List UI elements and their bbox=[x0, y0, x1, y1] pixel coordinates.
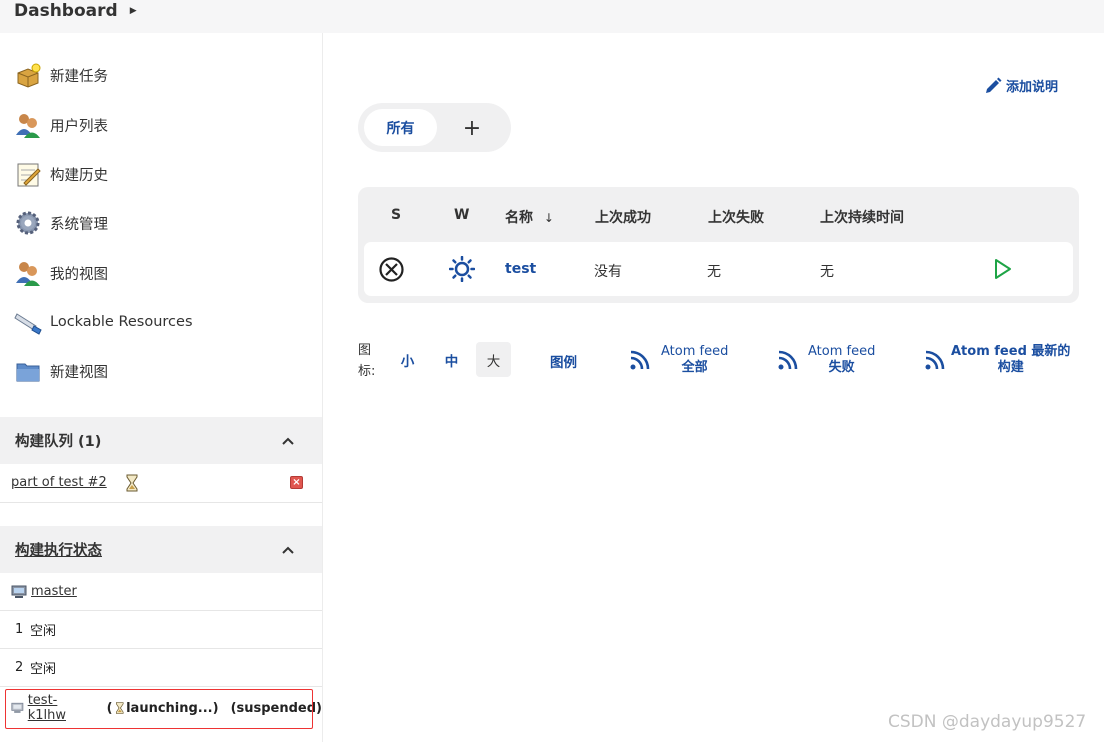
sidebar-item-new-view[interactable]: 新建视图 bbox=[14, 356, 108, 386]
top-header: Dashboard ▶ bbox=[0, 0, 1104, 33]
col-header-name-label: 名称 bbox=[505, 210, 533, 226]
feed-line2: 构建 bbox=[997, 360, 1024, 375]
table-row: test 没有 无 无 bbox=[364, 242, 1073, 296]
executor-row: 1 空闲 bbox=[0, 611, 322, 649]
sort-arrow-icon: ↓ bbox=[543, 211, 554, 225]
add-view-tab[interactable]: + bbox=[454, 111, 490, 145]
folder-icon bbox=[16, 363, 40, 382]
executor-number: 2 bbox=[15, 660, 24, 675]
add-description-link[interactable]: 添加说明 bbox=[984, 76, 1058, 95]
rss-icon bbox=[778, 350, 798, 370]
projects-table: S W 名称 ↓ 上次成功 上次失败 上次持续时间 test 没有 无 无 bbox=[358, 187, 1079, 303]
computer-icon bbox=[11, 585, 27, 598]
executor-node-master: master bbox=[0, 573, 322, 611]
sidebar-item-label: 用户列表 bbox=[50, 118, 108, 135]
agent-highlight-box bbox=[5, 689, 313, 729]
people-icon bbox=[16, 114, 40, 138]
status-not-built-icon bbox=[379, 257, 404, 282]
feed-line1: Atom feed bbox=[808, 344, 876, 359]
notepad-icon bbox=[17, 163, 41, 187]
play-build-icon[interactable] bbox=[993, 258, 1013, 280]
col-header-status[interactable]: S bbox=[391, 207, 401, 223]
breadcrumb: Dashboard ▶ bbox=[14, 0, 137, 22]
cell-last-duration: 无 bbox=[820, 264, 834, 280]
feed-line1: Atom feed bbox=[661, 344, 729, 359]
new-item-icon bbox=[17, 63, 41, 88]
executors-header: 构建执行状态 bbox=[0, 526, 322, 573]
sidebar-item-build-history[interactable]: 构建历史 bbox=[14, 159, 108, 189]
icon-size-large[interactable]: 大 bbox=[476, 342, 511, 377]
sidebar-item-my-views[interactable]: 我的视图 bbox=[14, 258, 108, 288]
user-icon bbox=[16, 262, 40, 286]
chevron-up-icon[interactable] bbox=[280, 542, 296, 558]
executor-status: 空闲 bbox=[30, 624, 57, 639]
sidebar-item-label: 我的视图 bbox=[50, 266, 108, 283]
icon-size-label: 图标: bbox=[358, 343, 376, 379]
sidebar-item-label: Lockable Resources bbox=[50, 314, 193, 330]
tab-all[interactable]: 所有 bbox=[364, 109, 437, 146]
icon-size-small[interactable]: 小 bbox=[391, 342, 424, 377]
breadcrumb-dashboard[interactable]: Dashboard bbox=[14, 1, 118, 21]
executors-title[interactable]: 构建执行状态 bbox=[15, 539, 102, 560]
watermark: CSDN @daydayup9527 bbox=[888, 712, 1087, 732]
add-description-label: 添加说明 bbox=[1006, 80, 1059, 95]
feed-line2: 失败 bbox=[828, 360, 855, 375]
sidebar-item-new-item[interactable]: 新建任务 bbox=[14, 60, 108, 90]
sidebar-item-label: 新建任务 bbox=[50, 68, 108, 85]
hourglass-icon bbox=[126, 474, 138, 492]
executor-status: 空闲 bbox=[30, 662, 57, 677]
cell-last-success: 没有 bbox=[594, 264, 622, 280]
sidebar-item-label: 新建视图 bbox=[50, 364, 108, 381]
job-link-test[interactable]: test bbox=[505, 261, 536, 277]
col-header-last-duration[interactable]: 上次持续时间 bbox=[820, 207, 904, 227]
col-header-name[interactable]: 名称 ↓ bbox=[505, 207, 554, 227]
gear-icon bbox=[16, 211, 40, 235]
feed-all-link[interactable]: Atom feed 全部 bbox=[629, 344, 728, 376]
icon-size-medium[interactable]: 中 bbox=[435, 342, 468, 377]
feed-line2: 全部 bbox=[681, 360, 708, 375]
view-tabs: 所有 + bbox=[358, 103, 511, 152]
queue-item: part of test #2 × bbox=[0, 464, 322, 503]
sidebar-item-label: 构建历史 bbox=[50, 167, 108, 184]
executor-row: 2 空闲 bbox=[0, 649, 322, 687]
col-header-weather[interactable]: W bbox=[454, 207, 469, 223]
chevron-right-icon[interactable]: ▶ bbox=[130, 6, 137, 16]
feed-line1: Atom feed 最新的 bbox=[951, 344, 1071, 359]
sidebar-item-manage[interactable]: 系统管理 bbox=[14, 208, 108, 238]
rss-icon bbox=[925, 350, 945, 370]
feed-latest-link[interactable]: Atom feed 最新的 构建 bbox=[924, 344, 1070, 376]
build-queue-title: 构建队列 (1) bbox=[15, 434, 102, 450]
build-queue-header: 构建队列 (1) bbox=[0, 417, 322, 464]
chevron-up-icon[interactable] bbox=[280, 433, 296, 449]
sidebar-item-people[interactable]: 用户列表 bbox=[14, 110, 108, 140]
col-header-last-failure[interactable]: 上次失败 bbox=[708, 207, 764, 227]
sidebar: 新建任务 用户列表 构建历史 系统管理 我的视图 Lockable Resour… bbox=[0, 33, 323, 742]
col-header-last-success[interactable]: 上次成功 bbox=[595, 207, 651, 227]
queue-item-link[interactable]: part of test #2 bbox=[11, 475, 107, 490]
rss-icon bbox=[630, 350, 650, 370]
weather-sunny-icon bbox=[449, 256, 475, 282]
lock-resource-icon bbox=[14, 313, 42, 335]
feed-failed-link[interactable]: Atom feed 失败 bbox=[777, 344, 875, 376]
sidebar-item-label: 系统管理 bbox=[50, 216, 108, 233]
pencil-icon bbox=[986, 77, 1002, 93]
legend-link[interactable]: 图例 bbox=[550, 351, 577, 371]
master-link[interactable]: master bbox=[31, 584, 77, 599]
cancel-icon[interactable]: × bbox=[290, 476, 303, 489]
executor-number: 1 bbox=[15, 622, 24, 637]
sidebar-item-lockable-resources[interactable]: Lockable Resources bbox=[14, 307, 193, 337]
cell-last-failure: 无 bbox=[707, 264, 721, 280]
